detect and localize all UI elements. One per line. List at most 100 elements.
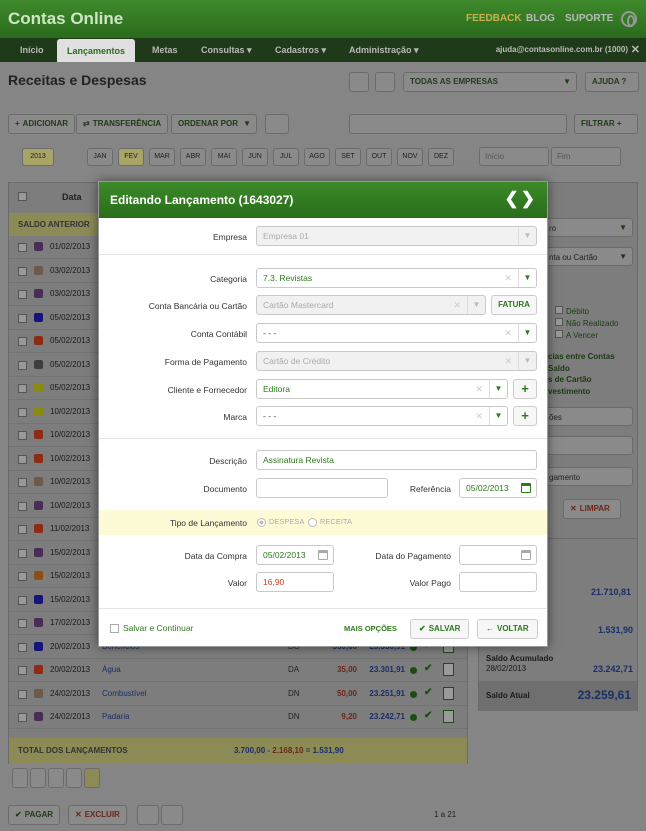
help-button[interactable]: AJUDA ? <box>585 72 639 92</box>
nav-administracao[interactable]: Administração ▾ <box>339 38 429 62</box>
fullscreen-icon[interactable] <box>375 72 395 92</box>
categoria-select[interactable]: 7.3. Revistas ✕ ▼ <box>256 268 537 288</box>
print-icon[interactable] <box>265 114 289 134</box>
side-select-2[interactable]: nta ou Cartão ▼ <box>536 247 633 266</box>
month-ago[interactable]: AGO <box>304 148 330 166</box>
save-button[interactable]: ✔ SALVAR <box>410 619 470 639</box>
row-checkbox[interactable] <box>18 337 27 346</box>
table-row[interactable]: 24/02/2013 Padaria DN 9,20 23.242,71 ✔ <box>9 706 467 729</box>
side-link-cartao[interactable]: s de Cartão <box>548 374 615 386</box>
compra-input[interactable]: 05/02/2013 <box>256 545 334 565</box>
pago-input[interactable] <box>459 572 537 592</box>
blog-link[interactable]: BLOG <box>526 13 555 24</box>
month-out[interactable]: OUT <box>366 148 392 166</box>
check-debito[interactable]: Débito <box>555 306 618 318</box>
copy-icon[interactable] <box>48 768 64 788</box>
support-link[interactable]: SUPORTE <box>565 13 613 24</box>
empresa-select[interactable]: Empresa 01 ▼ <box>256 226 537 246</box>
transfer-button[interactable]: ⇄ TRANSFERÊNCIA <box>76 114 169 134</box>
side-section-blank[interactable] <box>536 436 633 455</box>
app-logo[interactable]: Contas Online <box>8 9 123 29</box>
conta-select[interactable]: Cartão Mastercard ✕ ▼ <box>256 295 486 315</box>
clear-x-icon[interactable]: ✕ <box>504 352 512 370</box>
marca-select[interactable]: - - - ✕ ▼ <box>256 406 508 426</box>
select-all-checkbox[interactable] <box>18 192 27 201</box>
search-input[interactable] <box>349 114 567 134</box>
document-icon[interactable] <box>443 686 454 700</box>
row-checkbox[interactable] <box>18 713 27 722</box>
clear-x-icon[interactable]: ✕ <box>475 380 483 398</box>
row-checkbox[interactable] <box>18 407 27 417</box>
nav-metas[interactable]: Metas <box>142 38 188 62</box>
download-icon[interactable] <box>137 805 159 825</box>
row-checkbox[interactable] <box>18 595 27 605</box>
month-jun[interactable]: JUN <box>242 148 268 166</box>
forma-select[interactable]: Cartão de Crédito ✕ ▼ <box>256 351 537 371</box>
clear-x-icon[interactable]: ✕ <box>504 269 512 287</box>
clear-x-icon[interactable]: ✕ <box>453 296 461 314</box>
tipo-despesa-radio[interactable]: DESPESA <box>257 517 304 527</box>
nav-cadastros[interactable]: Cadastros ▾ <box>265 38 336 62</box>
row-checkbox[interactable] <box>18 619 27 628</box>
row-checkbox[interactable] <box>18 454 27 464</box>
side-select-1[interactable]: ro ▼ <box>536 218 633 237</box>
row-checkbox[interactable] <box>18 313 27 323</box>
nav-lancamentos[interactable]: Lançamentos <box>57 39 136 62</box>
row-checkbox[interactable] <box>18 266 27 276</box>
month-jan[interactable]: JAN <box>87 148 113 166</box>
account-label[interactable]: ajuda@contasonline.com.br (1000) <box>496 45 628 54</box>
settings-icon[interactable] <box>12 768 28 788</box>
row-checkbox[interactable] <box>18 431 27 440</box>
delete-button[interactable]: ✕ EXCLUIR <box>68 805 127 825</box>
add-button[interactable]: + ADICIONAR <box>8 114 76 134</box>
row-checkbox[interactable] <box>18 501 27 511</box>
month-jul[interactable]: JUL <box>273 148 299 166</box>
descricao-input[interactable]: Assinatura Revista <box>256 450 537 470</box>
nav-consultas[interactable]: Consultas ▾ <box>191 38 262 62</box>
side-section-pagamento[interactable]: gamento <box>536 467 633 486</box>
prev-next-arrows-icon[interactable]: ❮❯ <box>505 189 538 209</box>
year-selector[interactable]: 2013 <box>22 148 54 166</box>
month-fev[interactable]: FEV <box>118 148 144 166</box>
calendar-icon[interactable] <box>521 483 531 493</box>
row-description[interactable]: Água <box>102 665 121 674</box>
add-cliente-plus-icon[interactable]: + <box>513 379 537 399</box>
row-checkbox[interactable] <box>18 243 27 252</box>
row-checkbox[interactable] <box>18 384 27 393</box>
month-mar[interactable]: MAR <box>149 148 175 166</box>
table-row[interactable]: 24/02/2013 Combustível DN 50,00 23.251,91 ✔ <box>9 683 467 706</box>
row-checkbox[interactable] <box>18 478 27 487</box>
tipo-receita-radio[interactable]: RECEITA <box>308 517 352 527</box>
date-start-input[interactable]: Início <box>479 147 549 166</box>
filter-button[interactable]: FILTRAR + <box>574 114 638 134</box>
check-nao-realizado[interactable]: Não Realizado <box>555 318 618 330</box>
row-checkbox[interactable] <box>18 689 27 699</box>
documento-input[interactable] <box>256 478 388 498</box>
month-mai[interactable]: MAI <box>211 148 237 166</box>
close-icon[interactable]: ✕ <box>631 43 640 56</box>
month-abr[interactable]: ABR <box>180 148 206 166</box>
date-end-input[interactable]: Fim <box>551 147 621 166</box>
clear-button[interactable]: ✕ LIMPAR <box>563 499 621 519</box>
paid-check-icon[interactable]: ✔ <box>424 687 432 698</box>
table-row[interactable]: 20/02/2013 Água DA 35,00 23.301,91 ✔ <box>9 659 467 682</box>
side-section-opcoes[interactable]: ões <box>536 407 633 426</box>
side-link-investimento[interactable]: vestimento <box>548 386 615 398</box>
document-icon[interactable] <box>443 710 454 723</box>
calendar-icon[interactable] <box>521 550 531 560</box>
compact-icon[interactable] <box>66 768 82 788</box>
row-checkbox[interactable] <box>18 525 27 534</box>
side-link-saldo[interactable]: Saldo <box>548 363 615 375</box>
row-checkbox[interactable] <box>18 290 27 299</box>
paid-check-icon[interactable]: ✔ <box>424 663 432 674</box>
fatura-button[interactable]: FATURA <box>491 295 537 315</box>
paid-check-icon[interactable]: ✔ <box>424 710 432 721</box>
valor-input[interactable]: 16,90 <box>256 572 334 592</box>
check-a-vencer[interactable]: A Vencer <box>555 330 618 342</box>
month-nov[interactable]: NOV <box>397 148 423 166</box>
document-icon[interactable] <box>443 663 454 676</box>
row-description[interactable]: Combustível <box>102 689 146 698</box>
expand-icon[interactable] <box>349 72 369 92</box>
pagamento-input[interactable] <box>459 545 537 565</box>
columns-icon[interactable] <box>30 768 46 788</box>
